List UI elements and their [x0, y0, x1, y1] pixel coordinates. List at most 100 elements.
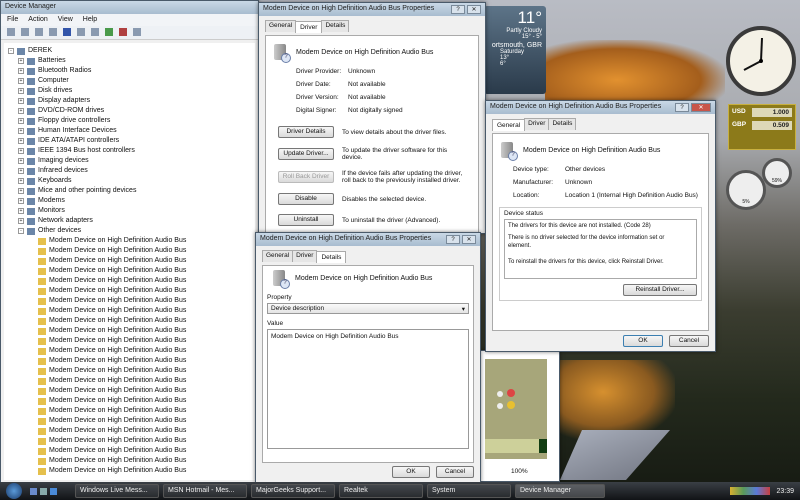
- device-status-text[interactable]: The drivers for this device are not inst…: [504, 219, 697, 279]
- expand-icon[interactable]: +: [18, 88, 24, 94]
- taskbar-button[interactable]: MSN Hotmail - Mes...: [163, 484, 247, 498]
- collapse-icon[interactable]: -: [18, 228, 24, 234]
- properties-icon[interactable]: [49, 28, 57, 36]
- help-button[interactable]: ?: [675, 103, 689, 112]
- taskbar-clock[interactable]: 23:39: [776, 488, 794, 495]
- expand-icon[interactable]: +: [18, 158, 24, 164]
- update-driver-button[interactable]: Update Driver...: [278, 148, 334, 160]
- taskbar-button[interactable]: Device Manager: [515, 484, 605, 498]
- tree-device[interactable]: Modem Device on High Definition Audio Bu…: [8, 386, 251, 396]
- update-driver-icon[interactable]: [105, 28, 113, 36]
- tree-device[interactable]: Modem Device on High Definition Audio Bu…: [8, 346, 251, 356]
- tray-icons[interactable]: [730, 487, 771, 495]
- taskbar-button[interactable]: MajorGeeks Support...: [251, 484, 335, 498]
- tree-category[interactable]: + Bluetooth Radios: [8, 66, 251, 76]
- expand-icon[interactable]: +: [18, 168, 24, 174]
- cancel-button[interactable]: Cancel: [669, 335, 709, 347]
- uninstall-button[interactable]: Uninstall: [278, 214, 334, 226]
- expand-icon[interactable]: +: [18, 78, 24, 84]
- tree-category[interactable]: + Batteries: [8, 56, 251, 66]
- currency-to[interactable]: GBP: [732, 121, 746, 130]
- expand-icon[interactable]: +: [18, 108, 24, 114]
- tree-device[interactable]: Modem Device on High Definition Audio Bu…: [8, 366, 251, 376]
- disable-button[interactable]: Disable: [278, 193, 334, 205]
- tree-category[interactable]: + IEEE 1394 Bus host controllers: [8, 146, 251, 156]
- tree-device[interactable]: Modem Device on High Definition Audio Bu…: [8, 446, 251, 456]
- tree-device[interactable]: Modem Device on High Definition Audio Bu…: [8, 236, 251, 246]
- device-tree[interactable]: - DEREK + Batteries + Bluetooth Radios + Compu…: [4, 43, 255, 480]
- tree-category[interactable]: + Disk drives: [8, 86, 251, 96]
- tree-device[interactable]: Modem Device on High Definition Audio Bu…: [8, 356, 251, 366]
- tree-device[interactable]: Modem Device on High Definition Audio Bu…: [8, 416, 251, 426]
- tree-device[interactable]: Modem Device on High Definition Audio Bu…: [8, 276, 251, 286]
- tree-device[interactable]: Modem Device on High Definition Audio Bu…: [8, 426, 251, 436]
- switch-windows-icon[interactable]: [40, 487, 47, 495]
- tree-device[interactable]: Modem Device on High Definition Audio Bu…: [8, 286, 251, 296]
- value-item[interactable]: Modem Device on High Definition Audio Bu…: [271, 333, 465, 340]
- menu-action[interactable]: Action: [28, 16, 47, 24]
- tab-driver[interactable]: Driver: [292, 250, 318, 262]
- tree-device[interactable]: Modem Device on High Definition Audio Bu…: [8, 376, 251, 386]
- tree-category[interactable]: + Display adapters: [8, 96, 251, 106]
- weather-gadget[interactable]: 11° Partly Cloudy 15° - 5° ortsmouth, GB…: [484, 6, 546, 94]
- value-list[interactable]: Modem Device on High Definition Audio Bu…: [267, 329, 469, 449]
- expand-icon[interactable]: +: [18, 138, 24, 144]
- ok-button[interactable]: OK: [623, 335, 663, 347]
- close-button[interactable]: ✕: [462, 235, 476, 244]
- expand-icon[interactable]: +: [18, 198, 24, 204]
- cancel-button[interactable]: Cancel: [436, 466, 474, 478]
- tab-driver[interactable]: Driver: [524, 118, 550, 130]
- tree-device[interactable]: Modem Device on High Definition Audio Bu…: [8, 466, 251, 476]
- tree-category[interactable]: - Other devices: [8, 226, 251, 236]
- tree-category[interactable]: + Floppy drive controllers: [8, 116, 251, 126]
- tab-details[interactable]: Details: [316, 251, 347, 263]
- property-dropdown[interactable]: Device description ▾: [267, 303, 469, 314]
- expand-icon[interactable]: +: [18, 208, 24, 214]
- tab-general[interactable]: General: [265, 20, 297, 32]
- collapse-icon[interactable]: -: [8, 48, 14, 54]
- currency-from[interactable]: USD: [732, 108, 746, 117]
- disable-icon[interactable]: [133, 28, 141, 36]
- tree-category[interactable]: + Monitors: [8, 206, 251, 216]
- reinstall-driver-button[interactable]: Reinstall Driver...: [623, 284, 697, 296]
- menu-help[interactable]: Help: [83, 16, 97, 24]
- close-button[interactable]: ✕: [691, 103, 711, 112]
- tree-device[interactable]: Modem Device on High Definition Audio Bu…: [8, 396, 251, 406]
- close-button[interactable]: ✕: [467, 5, 481, 14]
- tree-device[interactable]: Modem Device on High Definition Audio Bu…: [8, 246, 251, 256]
- help-button[interactable]: ?: [451, 5, 465, 14]
- expand-icon[interactable]: +: [18, 188, 24, 194]
- tree-device[interactable]: Modem Device on High Definition Audio Bu…: [8, 296, 251, 306]
- cpu-meter-gadget[interactable]: 5% 59%: [726, 158, 796, 210]
- expand-icon[interactable]: +: [18, 68, 24, 74]
- tree-category[interactable]: + Mice and other pointing devices: [8, 186, 251, 196]
- zoom-level[interactable]: 100%: [511, 468, 528, 475]
- tree-category[interactable]: + Modems: [8, 196, 251, 206]
- tab-general[interactable]: General: [492, 119, 526, 131]
- expand-icon[interactable]: +: [18, 118, 24, 124]
- tree-category[interactable]: + Computer: [8, 76, 251, 86]
- tree-device[interactable]: Modem Device on High Definition Audio Bu…: [8, 326, 251, 336]
- taskbar-button[interactable]: Realtek: [339, 484, 423, 498]
- help-icon[interactable]: [63, 28, 71, 36]
- view-icon[interactable]: [77, 28, 85, 36]
- forward-icon[interactable]: [21, 28, 29, 36]
- help-button[interactable]: ?: [446, 235, 460, 244]
- start-button[interactable]: [6, 483, 22, 499]
- expand-icon[interactable]: +: [18, 58, 24, 64]
- ie-icon[interactable]: [50, 487, 57, 495]
- tab-details[interactable]: Details: [548, 118, 577, 130]
- tree-device[interactable]: Modem Device on High Definition Audio Bu…: [8, 256, 251, 266]
- tree-device[interactable]: Modem Device on High Definition Audio Bu…: [8, 316, 251, 326]
- menu-file[interactable]: File: [7, 16, 18, 24]
- expand-icon[interactable]: +: [18, 128, 24, 134]
- tree-device[interactable]: Modem Device on High Definition Audio Bu…: [8, 336, 251, 346]
- expand-icon[interactable]: +: [18, 178, 24, 184]
- tree-category[interactable]: + Imaging devices: [8, 156, 251, 166]
- tab-driver[interactable]: Driver: [295, 21, 323, 33]
- show-desktop-icon[interactable]: [30, 487, 37, 495]
- tree-device[interactable]: Modem Device on High Definition Audio Bu…: [8, 306, 251, 316]
- ok-button[interactable]: OK: [392, 466, 430, 478]
- tree-device[interactable]: Modem Device on High Definition Audio Bu…: [8, 406, 251, 416]
- tree-device[interactable]: Modem Device on High Definition Audio Bu…: [8, 456, 251, 466]
